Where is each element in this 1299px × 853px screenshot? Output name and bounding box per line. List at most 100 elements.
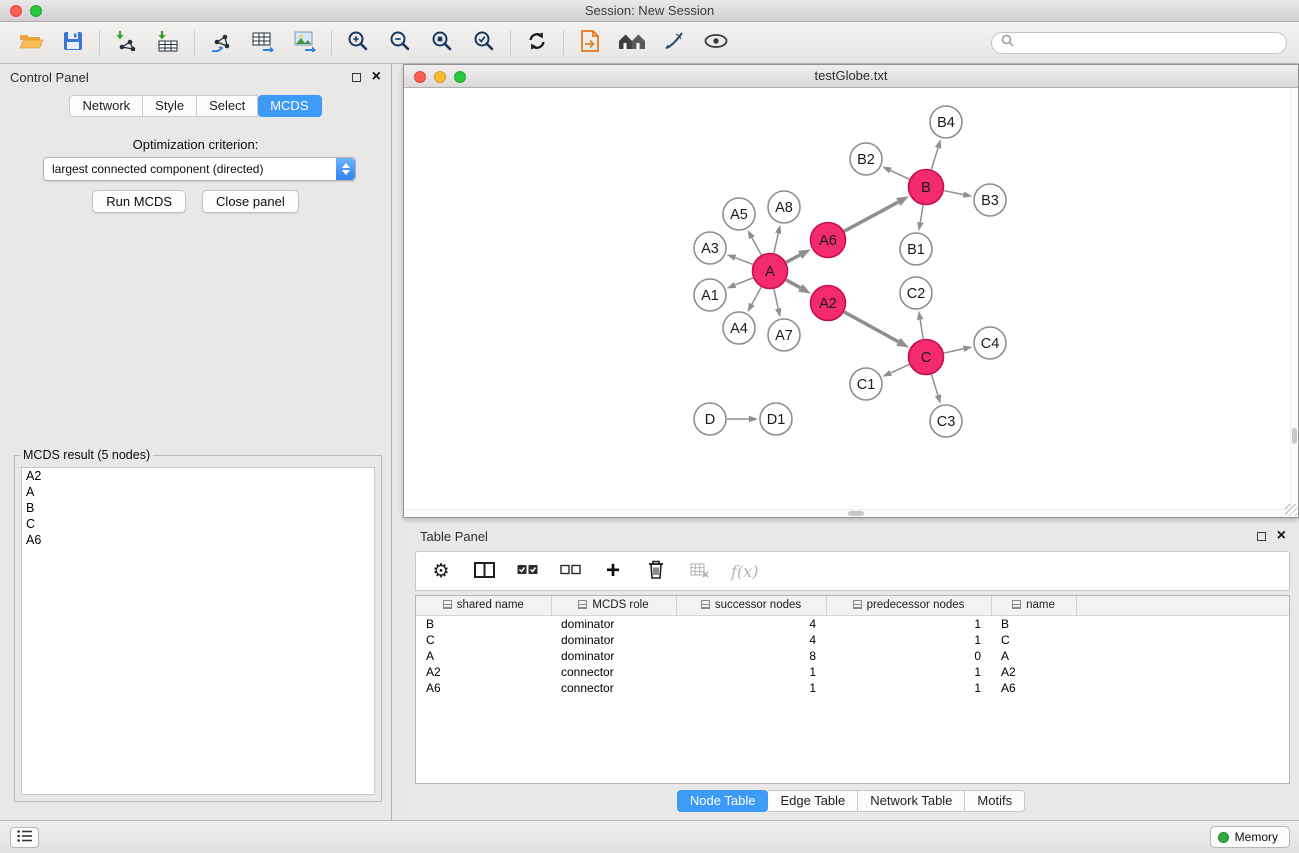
graph-edge-B-B4[interactable] <box>931 139 941 169</box>
tab-select[interactable]: Select <box>197 95 258 117</box>
zoom-window-button[interactable] <box>30 5 42 17</box>
table-row[interactable]: A2connector11A2 <box>416 664 1289 680</box>
tab-node-table[interactable]: Node Table <box>677 790 769 812</box>
graph-edge-A-A7[interactable] <box>774 289 781 317</box>
graph-node-A3[interactable]: A3 <box>694 232 726 264</box>
export-table-button[interactable] <box>242 26 284 60</box>
zoom-out-button[interactable] <box>379 26 421 60</box>
column-header-successor-nodes[interactable]: successor nodes <box>676 596 826 615</box>
table-settings-button[interactable]: ⚙ <box>430 556 452 586</box>
graph-node-B2[interactable]: B2 <box>850 143 882 175</box>
graph-edge-A-A6[interactable] <box>786 249 810 262</box>
tab-network-table[interactable]: Network Table <box>858 790 965 812</box>
float-panel-icon[interactable] <box>352 73 361 82</box>
horizontal-scrollbar[interactable] <box>404 509 1290 517</box>
column-header-predecessor-nodes[interactable]: predecessor nodes <box>826 596 991 615</box>
resize-grip[interactable] <box>1285 504 1297 516</box>
network-minimize-button[interactable] <box>434 71 446 83</box>
table-row[interactable]: Cdominator41C <box>416 632 1289 648</box>
graph-edge-B-B3[interactable] <box>944 191 972 198</box>
zoom-selected-button[interactable] <box>463 26 505 60</box>
export-image-button[interactable] <box>284 26 326 60</box>
graph-node-D[interactable]: D <box>694 403 726 435</box>
graph-edge-C-C3[interactable] <box>932 375 942 404</box>
deselect-all-button[interactable] <box>559 556 581 586</box>
zoom-in-button[interactable] <box>337 26 379 60</box>
tab-edge-table[interactable]: Edge Table <box>768 790 858 812</box>
criterion-dropdown[interactable]: largest connected component (directed) <box>43 157 356 181</box>
refresh-button[interactable] <box>516 26 558 60</box>
run-mcds-button[interactable]: Run MCDS <box>92 190 186 213</box>
graph-edge-C-C4[interactable] <box>944 346 972 353</box>
graph-edge-A-A4[interactable] <box>748 287 762 312</box>
show-columns-button[interactable] <box>473 556 495 586</box>
memory-button[interactable]: Memory <box>1210 826 1290 848</box>
graph-node-A8[interactable]: A8 <box>768 191 800 223</box>
column-header-MCDS-role[interactable]: MCDS role <box>551 596 676 615</box>
graph-node-C1[interactable]: C1 <box>850 368 882 400</box>
add-column-button[interactable]: + <box>602 556 624 586</box>
graph-edge-C-C1[interactable] <box>882 365 909 377</box>
mcds-result-item[interactable]: A2 <box>22 468 374 484</box>
close-table-panel-icon[interactable]: × <box>1277 528 1286 544</box>
graph-edge-A-A1[interactable] <box>727 278 753 288</box>
vertical-scrollbar[interactable] <box>1290 88 1298 509</box>
select-all-button[interactable] <box>516 556 538 586</box>
graph-node-C2[interactable]: C2 <box>900 277 932 309</box>
network-close-button[interactable] <box>414 71 426 83</box>
graph-edge-D-D1[interactable] <box>727 416 758 423</box>
export-network-button[interactable] <box>200 26 242 60</box>
function-builder-button[interactable]: f(x) <box>731 556 758 586</box>
task-history-button[interactable] <box>10 827 39 848</box>
import-network-button[interactable] <box>105 26 147 60</box>
column-header-shared-name[interactable]: shared name <box>416 596 551 615</box>
mcds-result-item[interactable]: A <box>22 484 374 500</box>
close-panel-button[interactable]: Close panel <box>202 190 299 213</box>
annotation-button[interactable] <box>653 26 695 60</box>
network-window-titlebar[interactable]: testGlobe.txt <box>404 65 1298 88</box>
graph-edge-A-A3[interactable] <box>727 254 753 264</box>
graph-node-B1[interactable]: B1 <box>900 233 932 265</box>
network-graph[interactable]: B4B2BB3A8A5A6A3B1AC2A1A2A4A7C4CC1DD1C3 <box>404 88 1298 517</box>
search-input[interactable] <box>1020 36 1277 50</box>
delete-column-button[interactable] <box>645 556 667 586</box>
open-session-button[interactable] <box>10 26 52 60</box>
tab-mcds[interactable]: MCDS <box>258 95 321 117</box>
graph-node-A1[interactable]: A1 <box>694 279 726 311</box>
tab-style[interactable]: Style <box>143 95 197 117</box>
save-session-button[interactable] <box>52 26 94 60</box>
graph-edge-C-C2[interactable] <box>917 311 923 339</box>
mcds-result-item[interactable]: A6 <box>22 532 374 548</box>
graph-edge-A-A2[interactable] <box>786 280 811 294</box>
delete-table-button[interactable] <box>688 556 710 586</box>
tab-network[interactable]: Network <box>69 95 143 117</box>
column-header-name[interactable]: name <box>991 596 1076 615</box>
mcds-result-list[interactable]: A2ABCA6 <box>21 467 375 795</box>
graph-node-B3[interactable]: B3 <box>974 184 1006 216</box>
close-window-button[interactable] <box>10 5 22 17</box>
close-panel-icon[interactable]: × <box>372 69 381 85</box>
graph-node-A2[interactable]: A2 <box>811 286 846 321</box>
graph-node-B4[interactable]: B4 <box>930 106 962 138</box>
graph-node-A6[interactable]: A6 <box>811 223 846 258</box>
table-row[interactable]: A6connector11A6 <box>416 680 1289 696</box>
table-row[interactable]: Adominator80A <box>416 648 1289 664</box>
search-box[interactable] <box>991 32 1287 54</box>
network-canvas[interactable]: B4B2BB3A8A5A6A3B1AC2A1A2A4A7C4CC1DD1C3 <box>404 88 1298 517</box>
table-row[interactable]: Bdominator41B <box>416 615 1289 632</box>
export-document-button[interactable] <box>569 26 611 60</box>
mcds-result-item[interactable]: B <box>22 500 374 516</box>
mcds-result-item[interactable]: C <box>22 516 374 532</box>
network-zoom-button[interactable] <box>454 71 466 83</box>
graph-edge-A6-B[interactable] <box>844 196 909 231</box>
graph-node-A5[interactable]: A5 <box>723 198 755 230</box>
graph-node-A4[interactable]: A4 <box>723 312 755 344</box>
import-table-button[interactable] <box>147 26 189 60</box>
graph-node-A7[interactable]: A7 <box>768 319 800 351</box>
graph-edge-B-B1[interactable] <box>917 205 923 231</box>
graph-node-B[interactable]: B <box>909 170 944 205</box>
graph-node-A[interactable]: A <box>753 254 788 289</box>
graph-edge-A2-C[interactable] <box>844 312 909 348</box>
tab-motifs[interactable]: Motifs <box>965 790 1025 812</box>
graph-edge-A-A5[interactable] <box>748 230 762 255</box>
